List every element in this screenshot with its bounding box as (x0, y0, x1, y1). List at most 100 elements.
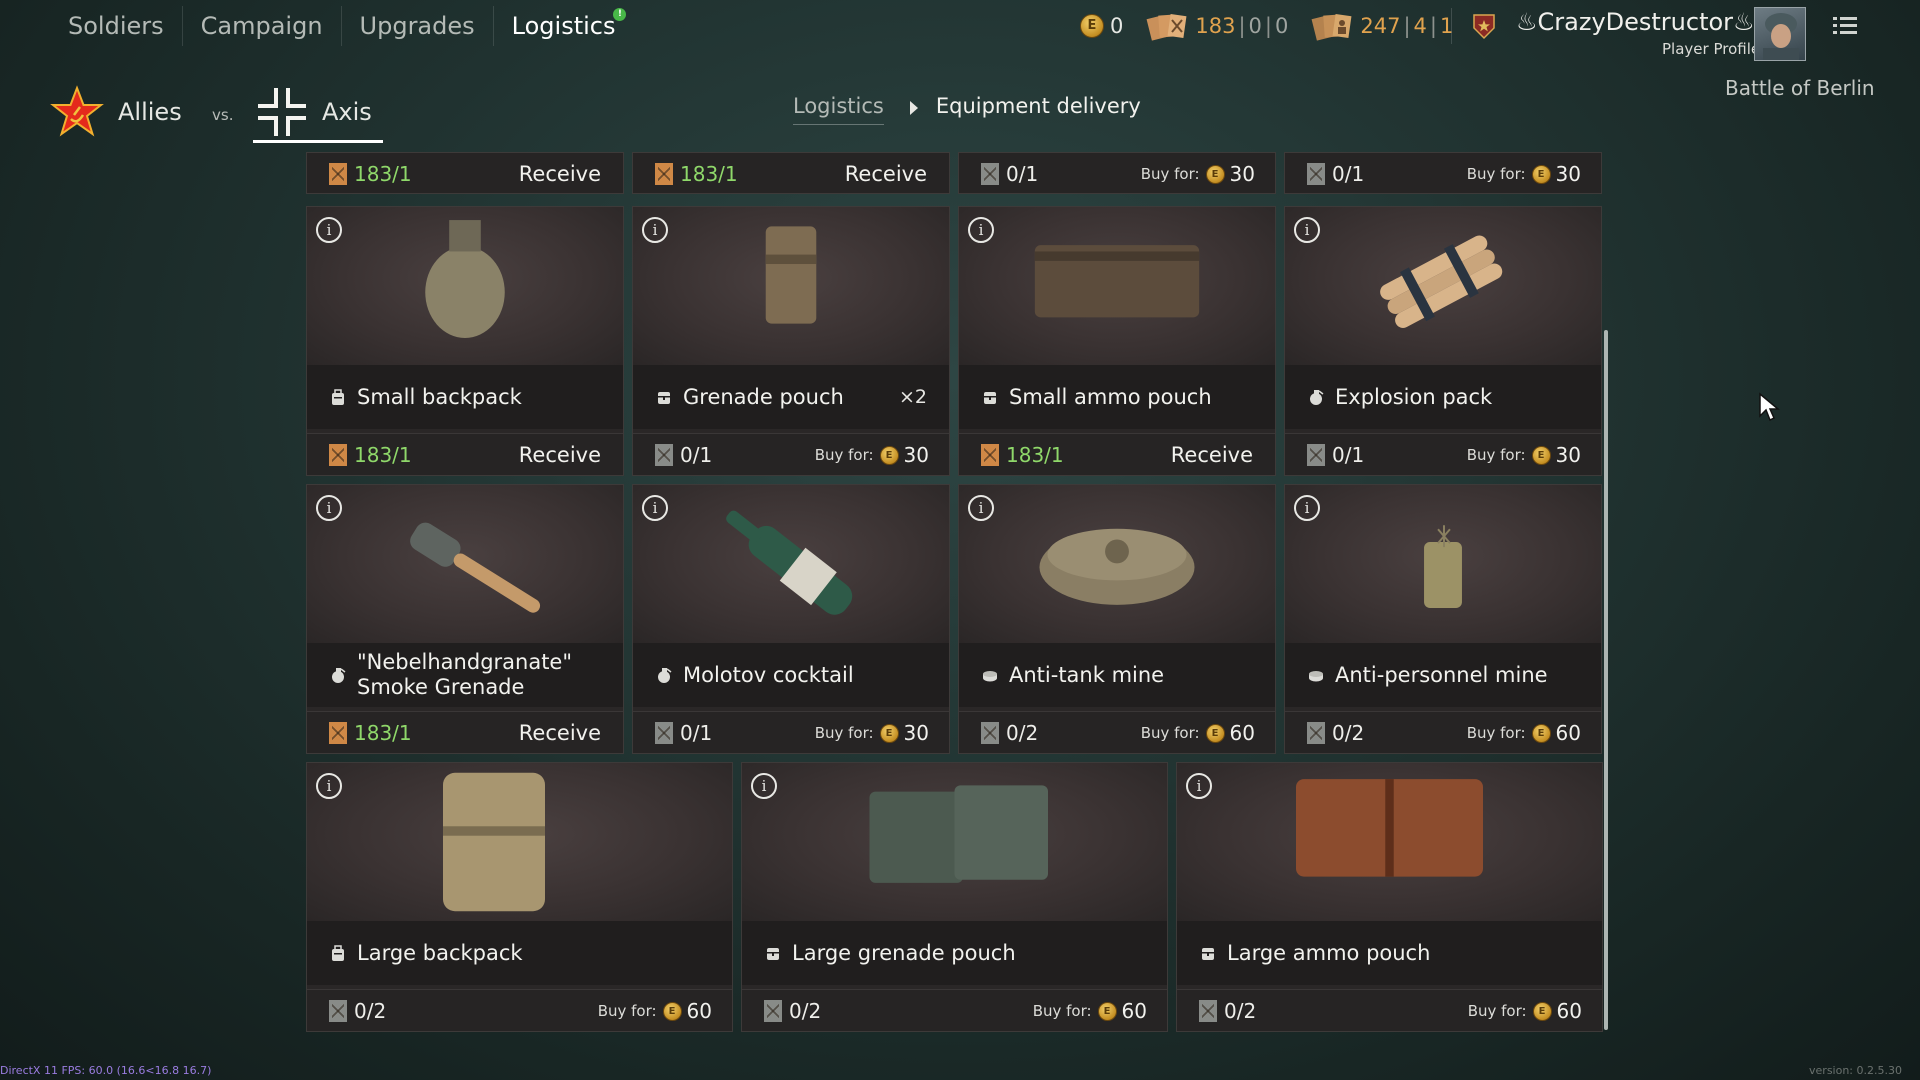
item-footer-wrap: 0/2 Buy for: E 60 (742, 989, 1167, 1031)
menu-list-icon[interactable] (1832, 14, 1858, 38)
item-footer-wrap: 0/2 Buy for: E 60 (1177, 989, 1602, 1031)
item-name-bar: Grenade pouch ×2 (633, 365, 949, 429)
info-icon[interactable]: i (642, 217, 668, 243)
info-icon[interactable]: i (968, 217, 994, 243)
info-icon[interactable]: i (316, 495, 342, 521)
rank-badge-icon[interactable] (1470, 12, 1498, 40)
breadcrumb-logistics[interactable]: Logistics (793, 94, 884, 125)
equipment-card[interactable]: i Small backpack 183/1 Receive (306, 206, 624, 476)
buy-price: 30 (1555, 162, 1581, 186)
item-picture (1039, 528, 1195, 605)
gold-coin-icon: E (879, 445, 899, 465)
buy-button[interactable]: Buy for: E 60 (1141, 721, 1255, 745)
equipment-card[interactable]: i Explosion pack 0/1 Buy for: E 30 (1284, 206, 1602, 476)
item-name-bar: Explosion pack (1285, 365, 1601, 429)
item-footer-wrap: 0/1 Buy for: E 30 (633, 433, 949, 475)
item-footer: 0/1 Buy for: E 30 (1285, 434, 1601, 475)
item-image (959, 207, 1275, 365)
buy-button[interactable]: Buy for: E 30 (1141, 162, 1255, 186)
player-name-text: CrazyDestructor (1537, 8, 1734, 36)
equipment-card[interactable]: i Large grenade pouch 0/2 Buy for: E 60 (741, 762, 1168, 1032)
axis-label: Axis (322, 98, 372, 126)
item-multiplier: ×2 (898, 386, 927, 408)
buy-button[interactable]: Buy for: E 60 (598, 999, 712, 1023)
tab-campaign[interactable]: Campaign (183, 6, 342, 46)
item-footer: 0/1 Buy for: E 30 (1285, 153, 1601, 195)
axis-side[interactable]: Axis (256, 82, 372, 142)
main-tabs: Soldiers Campaign Upgrades Logistics! (50, 6, 633, 46)
item-image (633, 207, 949, 365)
pouch-icon (658, 392, 670, 404)
equipment-card[interactable]: i Anti-personnel mine 0/2 Buy for: E 60 (1284, 484, 1602, 754)
item-footer: 0/2 Buy for: E 60 (1285, 712, 1601, 753)
info-icon[interactable]: i (968, 495, 994, 521)
mine-icon (983, 671, 997, 682)
player-name[interactable]: ♨CrazyDestructor♨ (1516, 8, 1755, 36)
tab-upgrades[interactable]: Upgrades (342, 6, 494, 46)
grenade-icon (332, 668, 346, 683)
buy-button[interactable]: Buy for: E 30 (1467, 443, 1581, 467)
equipment-card[interactable]: i Small ammo pouch 183/1 Receive (958, 206, 1276, 476)
gold-coin-icon: E (1532, 1001, 1552, 1021)
buy-button[interactable]: Buy for: E 60 (1033, 999, 1147, 1023)
equipment-card[interactable]: i Grenade pouch ×2 0/1 Buy for: E 30 (632, 206, 950, 476)
order-count: 0/1 (680, 443, 713, 467)
item-picture (410, 522, 541, 613)
orders-tickets-icon (1146, 13, 1187, 41)
breadcrumb-current: Equipment delivery (935, 94, 1141, 118)
info-icon[interactable]: i (1294, 495, 1320, 521)
buy-button[interactable]: Buy for: E 60 (1467, 721, 1581, 745)
equipment-card[interactable]: i Large ammo pouch 0/2 Buy for: E 60 (1176, 762, 1603, 1032)
mine-icon (1309, 671, 1323, 682)
buy-button[interactable]: Buy for: E 30 (1467, 162, 1581, 186)
equipment-card[interactable]: i Molotov cocktail 0/1 Buy for: E 30 (632, 484, 950, 754)
buy-button[interactable]: Buy for: E 30 (815, 443, 929, 467)
buy-button[interactable]: Buy for: E 30 (815, 721, 929, 745)
equipment-grid: 183/1 Receive 183/1 Receive 0/1 Buy for: E 30 0/… (306, 152, 1608, 1032)
tab-logistics[interactable]: Logistics! (494, 6, 634, 46)
buy-label: Buy for: (814, 724, 874, 742)
info-icon[interactable]: i (751, 773, 777, 799)
tab-soldiers[interactable]: Soldiers (50, 6, 183, 46)
player-profile-label[interactable]: Player Profile (1662, 40, 1760, 58)
receive-button[interactable]: Receive (519, 162, 601, 186)
equipment-card[interactable]: i Anti-tank mine 0/2 Buy for: E 60 (958, 484, 1276, 754)
item-name: Large backpack (357, 940, 523, 965)
buy-price: 30 (1229, 162, 1255, 186)
equipment-card[interactable]: i "Nebelhandgranate" Smoke Grenade 183/1 Re… (306, 484, 624, 754)
item-image (307, 485, 623, 643)
gold-coin-icon: E (1531, 445, 1551, 465)
avatar[interactable] (1754, 7, 1806, 61)
scrollbar[interactable] (1604, 330, 1608, 1030)
receive-button[interactable]: Receive (1171, 443, 1253, 467)
gold-coin-icon: E (879, 723, 899, 743)
order-ticket-icon (981, 163, 999, 185)
order-count: 0/1 (680, 721, 713, 745)
receive-button[interactable]: Receive (519, 443, 601, 467)
item-footer-wrap: 0/1 Buy for: E 30 (633, 711, 949, 753)
equipment-card[interactable]: i Large backpack 0/2 Buy for: E 60 (306, 762, 733, 1032)
item-picture (1424, 525, 1462, 608)
buy-price: 60 (1555, 721, 1581, 745)
backpack-icon (332, 945, 344, 961)
info-icon[interactable]: i (316, 217, 342, 243)
info-icon[interactable]: i (1294, 217, 1320, 243)
item-name-bar: Large ammo pouch (1177, 921, 1602, 985)
item-name-bar: Anti-tank mine (959, 643, 1275, 707)
buy-button[interactable]: Buy for: E 60 (1468, 999, 1582, 1023)
allies-side[interactable]: Allies (50, 82, 182, 142)
item-picture (1034, 245, 1200, 318)
order-ticket-icon (981, 722, 999, 744)
info-icon[interactable]: i (1186, 773, 1212, 799)
item-footer: 0/2 Buy for: E 60 (959, 712, 1275, 753)
item-picture (869, 785, 1048, 883)
receive-button[interactable]: Receive (519, 721, 601, 745)
orders-currency-a: 183 | 0 | 0 (1145, 11, 1288, 41)
order-count: 0/2 (789, 999, 822, 1023)
info-icon[interactable]: i (642, 495, 668, 521)
receive-button[interactable]: Receive (845, 162, 927, 186)
order-count: 0/2 (1006, 721, 1039, 745)
soldier-portrait-icon (1763, 13, 1799, 60)
gold-coin-icon: E (1205, 723, 1225, 743)
info-icon[interactable]: i (316, 773, 342, 799)
